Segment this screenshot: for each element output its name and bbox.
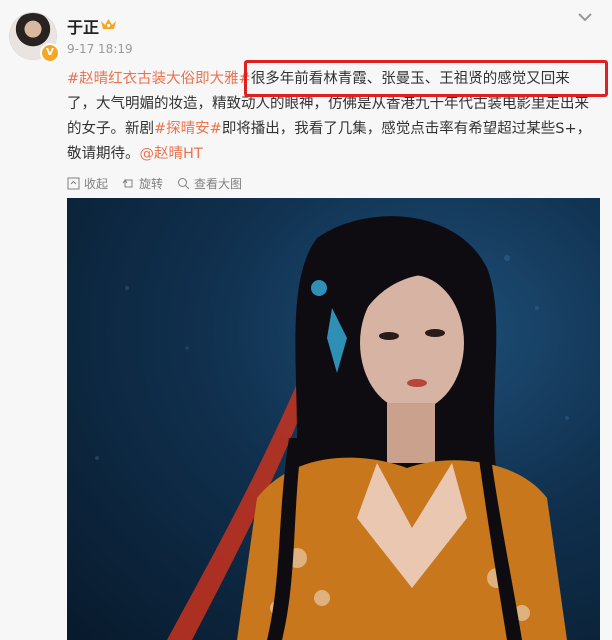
mention-link[interactable]: @赵晴HT: [140, 146, 203, 162]
post-time[interactable]: 9-17 18:19: [67, 42, 133, 56]
hashtag-link[interactable]: #探晴安#: [154, 121, 222, 137]
username[interactable]: 于正: [67, 14, 99, 38]
rotate-button[interactable]: 旋转: [122, 174, 163, 192]
weibo-post: V 于正 9-17 18:19 #赵晴红衣古装大俗即大雅#很多年前看林青霞、张曼…: [0, 0, 612, 640]
view-large-button[interactable]: 查看大图: [177, 174, 242, 192]
post-photo[interactable]: [67, 198, 600, 640]
portrait-illustration: [95, 216, 569, 640]
chevron-down-icon[interactable]: [574, 10, 596, 24]
zoom-icon: [178, 177, 190, 189]
rotate-icon: [122, 178, 133, 187]
post-text: 的女子。新剧: [67, 121, 154, 137]
post-text: 敬请期待。: [67, 146, 140, 162]
image-actions: 收起 旋转 查看大图: [67, 174, 242, 192]
view-large-label: 查看大图: [194, 176, 243, 191]
collapse-button[interactable]: 收起: [67, 174, 108, 192]
verified-badge: V: [40, 43, 60, 63]
collapse-icon: [67, 177, 80, 189]
post-text: 了，大气明媚的妆造，精致动人的眼神，仿佛是从香港九十年代古装电影里走出来: [67, 96, 589, 112]
hashtag-link[interactable]: #赵晴红衣古装大俗即大雅#: [67, 71, 251, 87]
collapse-label: 收起: [84, 176, 109, 191]
rotate-label: 旋转: [139, 176, 164, 191]
post-text: 即将播出，我看了几集，感觉点击率有希望超过某些S+，: [221, 121, 592, 137]
crown-icon: [101, 19, 116, 29]
highlight-box: [244, 60, 608, 97]
